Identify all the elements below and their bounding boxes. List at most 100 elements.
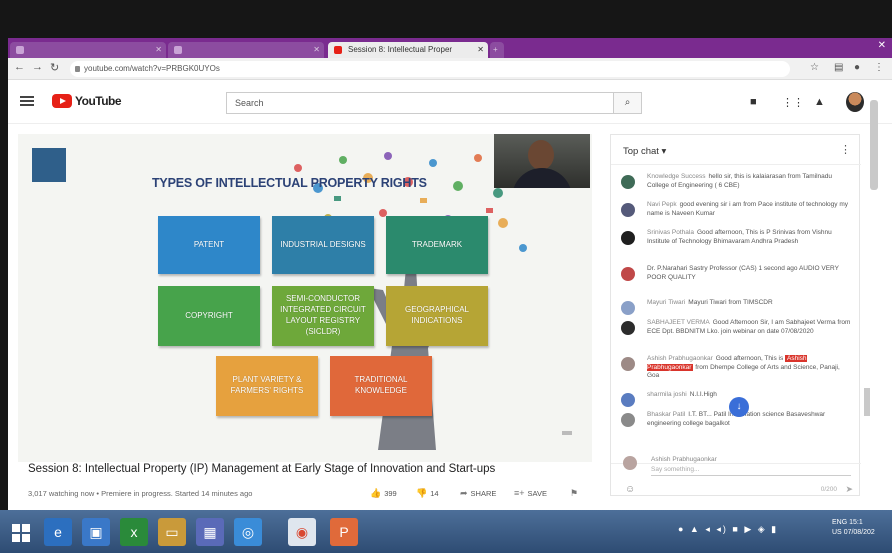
back-arrow-icon[interactable]: ← xyxy=(14,61,25,73)
emoji-icon[interactable]: ☺ xyxy=(625,484,635,495)
video-player[interactable]: TYPES OF INTELLECTUAL PROPERTY RIGHTS PA… xyxy=(18,134,592,462)
video-meta: 3,017 watching now • Premiere in progres… xyxy=(28,489,253,498)
search-input[interactable]: Search xyxy=(226,92,614,114)
file-explorer-icon[interactable]: ▭ xyxy=(158,518,186,546)
internet-explorer-icon[interactable]: e xyxy=(44,518,72,546)
flag-button[interactable]: ⚑ xyxy=(570,488,581,499)
system-tray-icons[interactable]: ● ▲ ◂ ◂) ■ ▶ ◈ ▮ xyxy=(678,524,778,535)
chat-message: Srinivas Pothala Good afternoon, This is … xyxy=(621,229,851,246)
browser-window: ✕ ✕ Session 8: Intellectual Proper ✕ + ✕… xyxy=(8,38,892,540)
search-icon: ⌕ xyxy=(624,97,631,108)
tab-favicon xyxy=(174,46,182,54)
slide-title: TYPES OF INTELLECTUAL PROPERTY RIGHTS xyxy=(152,176,427,190)
browser-menu-icon[interactable]: ⋮ xyxy=(874,62,884,73)
scroll-to-bottom-button[interactable]: ↓ xyxy=(729,397,749,417)
tab-label: Session 8: Intellectual Proper xyxy=(348,45,453,54)
store-icon[interactable]: ▣ xyxy=(82,518,110,546)
presenter-webcam xyxy=(494,134,590,188)
page-scrollbar[interactable] xyxy=(870,100,878,190)
ip-box-geographical-indications: GEOGRAPHICAL INDICATIONS xyxy=(386,286,488,346)
top-chat-dropdown[interactable]: Top chat ▾ xyxy=(623,146,666,157)
chat-input-area: Ashish Prabhugaonkar Say something... ☺ … xyxy=(611,456,861,497)
ip-box-copyright: COPYRIGHT xyxy=(158,286,260,346)
chrome-icon[interactable]: ◉ xyxy=(288,518,316,546)
ip-box-trademark: TRADEMARK xyxy=(386,216,488,274)
playlist-add-icon: ≡+ xyxy=(514,488,525,498)
excel-icon[interactable]: x xyxy=(120,518,148,546)
share-button[interactable]: ➦ SHARE xyxy=(460,488,496,499)
bookmark-star-icon[interactable]: ☆ xyxy=(810,62,819,73)
extension-icon[interactable]: ▤ xyxy=(834,62,843,73)
menu-hamburger-icon[interactable] xyxy=(20,96,34,106)
browser-tab-1[interactable]: ✕ xyxy=(10,42,166,58)
ip-box-patent: PATENT xyxy=(158,216,260,274)
url-field[interactable]: youtube.com/watch?v=PRBGK0UYOs xyxy=(70,61,790,77)
chat-message: Ashish Prabhugaonkar Good afternoon, This… xyxy=(621,355,851,381)
chat-avatar xyxy=(621,301,635,315)
chat-current-user: Ashish Prabhugaonkar xyxy=(651,456,717,463)
chat-avatar xyxy=(621,413,635,427)
chat-avatar xyxy=(621,267,635,281)
tab-close-icon[interactable]: ✕ xyxy=(155,42,162,58)
char-counter: 0/200 xyxy=(820,486,837,493)
chat-header: Top chat ▾ ⋮ xyxy=(611,135,861,165)
chat-avatar xyxy=(621,393,635,407)
chat-message: Mayuri Tiwari Mayuri Tiwari from TIMSCDR xyxy=(621,299,851,315)
tab-strip: ✕ ✕ Session 8: Intellectual Proper ✕ + ✕ xyxy=(8,38,892,58)
chat-user-avatar xyxy=(623,456,637,470)
system-clock[interactable]: ENG 15:1 US 07/08/202 xyxy=(832,518,875,538)
chat-avatar xyxy=(621,321,635,335)
lock-icon xyxy=(75,66,80,72)
send-icon[interactable]: ➤ xyxy=(845,484,853,495)
dislike-button[interactable]: 👎 14 xyxy=(416,488,439,499)
create-video-icon[interactable]: ■ xyxy=(750,96,757,108)
flag-icon: ⚑ xyxy=(570,488,579,498)
chat-menu-icon[interactable]: ⋮ xyxy=(840,143,851,156)
live-chat-panel: Top chat ▾ ⋮ Knowledge Success hello sir,… xyxy=(610,134,861,497)
address-bar-row: ← → ↻ youtube.com/watch?v=PRBGK0UYOs ☆ ▤… xyxy=(8,58,892,80)
youtube-header: YouTube Search ⌕ ■ ⋮⋮ ▲ xyxy=(8,80,892,124)
profile-icon[interactable]: ● xyxy=(854,62,860,73)
windows-start-icon[interactable] xyxy=(12,524,30,542)
youtube-play-icon xyxy=(52,94,72,108)
powerpoint-icon[interactable]: P xyxy=(330,518,358,546)
ip-box-semiconductor: SEMI-CONDUCTOR INTEGRATED CIRCUIT LAYOUT… xyxy=(272,286,374,346)
like-button[interactable]: 👍 399 xyxy=(370,488,397,499)
thumbs-down-icon: 👎 xyxy=(416,488,428,498)
chat-message: Knowledge Success hello sir, this is kala… xyxy=(621,173,851,190)
youtube-logo-text: YouTube xyxy=(75,94,122,108)
chat-avatar xyxy=(621,357,635,371)
chat-avatar xyxy=(621,203,635,217)
chat-message: SABHAJEET VERMA Good Afternoon Sir, I am … xyxy=(621,319,851,336)
search-button[interactable]: ⌕ xyxy=(614,92,642,114)
new-tab-button[interactable]: + xyxy=(490,42,504,58)
tab-close-icon[interactable]: ✕ xyxy=(313,42,320,58)
user-avatar[interactable] xyxy=(846,92,864,112)
save-button[interactable]: ≡+ SAVE xyxy=(514,488,547,498)
chat-avatar xyxy=(621,231,635,245)
tab-favicon xyxy=(16,46,24,54)
forward-arrow-icon[interactable]: → xyxy=(32,61,43,73)
share-arrow-icon: ➦ xyxy=(460,488,468,498)
tab-close-icon[interactable]: ✕ xyxy=(477,42,484,58)
edge-icon[interactable]: ◎ xyxy=(234,518,262,546)
window-close-icon[interactable]: ✕ xyxy=(878,40,886,51)
chat-message: Navi Pepk good evening sir i am from Pace… xyxy=(621,201,851,218)
notifications-bell-icon[interactable]: ▲ xyxy=(814,96,825,108)
ip-box-industrial-designs: INDUSTRIAL DESIGNS xyxy=(272,216,374,274)
video-title: Session 8: Intellectual Property (IP) Ma… xyxy=(28,463,496,475)
arrow-down-icon: ↓ xyxy=(736,401,742,412)
photos-icon[interactable]: ▦ xyxy=(196,518,224,546)
youtube-logo[interactable]: YouTube xyxy=(52,93,122,109)
chat-message-input[interactable]: Say something... xyxy=(651,466,851,476)
chat-scrollbar[interactable] xyxy=(864,388,870,416)
reload-icon[interactable]: ↻ xyxy=(50,61,59,74)
ip-box-plant-variety: PLANT VARIETY & FARMERS' RIGHTS xyxy=(216,356,318,416)
chat-message: Dr. P.Narahari Sastry Professor (CAS) 1 … xyxy=(621,265,851,282)
browser-tab-active[interactable]: Session 8: Intellectual Proper ✕ xyxy=(328,42,488,58)
thumbs-up-icon: 👍 xyxy=(370,488,382,498)
url-text: youtube.com/watch?v=PRBGK0UYOs xyxy=(84,64,220,73)
apps-grid-icon[interactable]: ⋮⋮ xyxy=(782,96,804,109)
browser-tab-2[interactable]: ✕ xyxy=(168,42,324,58)
youtube-favicon-icon xyxy=(334,46,342,54)
